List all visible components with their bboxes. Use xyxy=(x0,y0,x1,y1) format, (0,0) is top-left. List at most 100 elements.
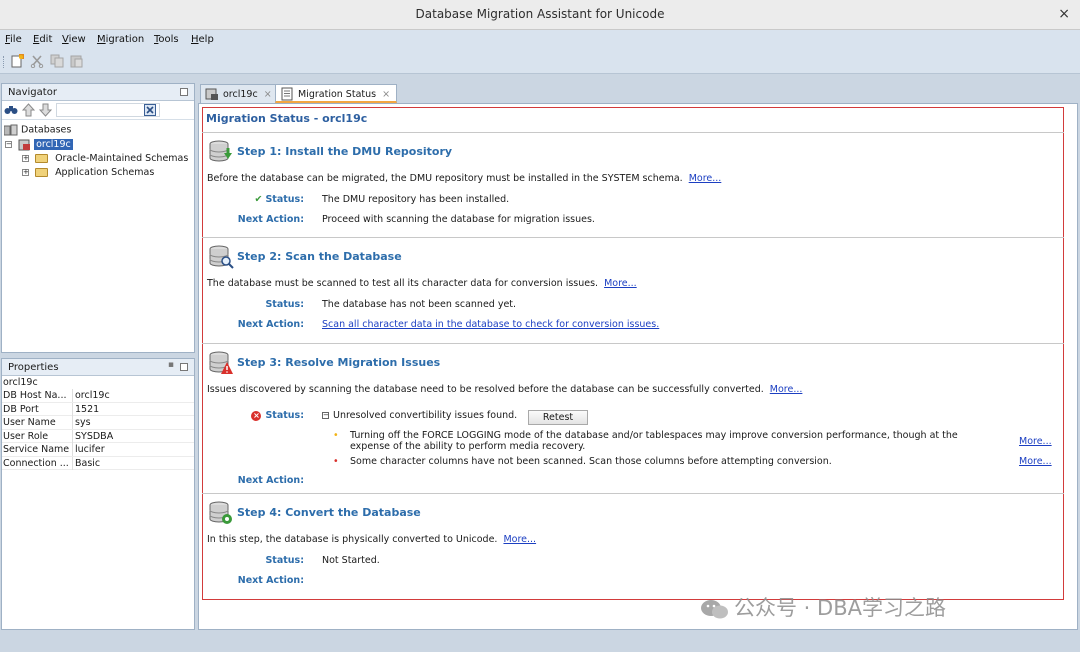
copy-icon[interactable] xyxy=(50,54,64,68)
tree-node-oracle-maintained-schemas[interactable]: + Oracle-Maintained Schemas xyxy=(22,153,188,164)
description-text: Issues discovered by scanning the databa… xyxy=(207,384,764,395)
databases-icon xyxy=(4,124,18,136)
navigator-toolbar xyxy=(2,101,194,120)
menu-edit[interactable]: Edit xyxy=(33,34,52,45)
property-value: sys xyxy=(75,417,91,428)
more-link[interactable]: More... xyxy=(604,278,637,289)
toolbar-grip xyxy=(3,56,6,68)
description-text: Before the database can be migrated, the… xyxy=(207,173,683,184)
property-key: Connection ... xyxy=(3,457,69,469)
database-install-icon xyxy=(209,140,232,162)
toolbar xyxy=(0,50,1080,74)
property-row[interactable]: DB Host Na... orcl19c xyxy=(2,389,194,403)
database-connection-icon xyxy=(205,88,218,100)
close-window-button[interactable]: × xyxy=(1058,6,1070,22)
retest-button[interactable]: Retest xyxy=(528,410,588,425)
cut-icon[interactable] xyxy=(30,54,44,68)
database-warning-icon xyxy=(209,351,233,374)
menu-tools[interactable]: Tools xyxy=(154,34,179,45)
property-value: Basic xyxy=(75,457,101,469)
more-link[interactable]: More... xyxy=(689,173,722,184)
properties-panel: Properties ▪ orcl19c DB Host Na... orcl19… xyxy=(1,358,195,630)
editor-tabstrip: orcl19c × Migration Status × xyxy=(198,83,1080,177)
more-link[interactable]: More... xyxy=(503,534,536,545)
property-row[interactable]: User Role SYSDBA xyxy=(2,429,194,443)
status-label: Status: xyxy=(265,555,304,566)
arrow-up-icon[interactable] xyxy=(22,103,35,117)
issue-item: • Turning off the FORCE LOGGING mode of … xyxy=(333,430,1052,454)
status-bar xyxy=(0,632,1080,652)
status-label: ✔ Status: xyxy=(202,194,304,205)
tree-expander[interactable]: + xyxy=(22,155,29,162)
minimize-panel-button[interactable] xyxy=(180,363,188,371)
property-value: orcl19c xyxy=(75,390,110,401)
tree-expander[interactable]: + xyxy=(22,169,29,176)
arrow-down-icon[interactable] xyxy=(39,103,52,117)
step-install-repository: Step 1: Install the DMU Repository Befor… xyxy=(202,132,1064,238)
paste-icon[interactable] xyxy=(69,54,83,68)
status-label: Status: xyxy=(265,299,304,310)
property-row[interactable]: Connection ... Basic xyxy=(2,456,194,470)
wechat-icon xyxy=(701,600,728,619)
database-connection-icon xyxy=(18,139,31,151)
property-row[interactable]: DB Port 1521 xyxy=(2,402,194,416)
navigator-title: Navigator xyxy=(8,87,57,98)
tab-label: orcl19c xyxy=(223,89,258,100)
status-value: The DMU repository has been installed. xyxy=(322,194,510,205)
step-title: Step 4: Convert the Database xyxy=(237,506,421,519)
menu-help[interactable]: Help xyxy=(191,34,214,45)
clear-filter-icon[interactable] xyxy=(144,104,156,116)
property-row[interactable]: Service Name lucifer xyxy=(2,443,194,457)
migration-status-view: Migration Status - orcl19c Step 1: Insta… xyxy=(198,103,1078,630)
database-scan-icon xyxy=(209,245,234,269)
status-value: Unresolved convertibility issues found. xyxy=(333,410,518,421)
more-link[interactable]: More... xyxy=(770,384,803,395)
minimize-panel-button[interactable] xyxy=(180,88,188,96)
tab-orcl19c[interactable]: orcl19c × xyxy=(200,84,279,103)
status-value: The database has not been scanned yet. xyxy=(322,299,517,310)
tree-label-databases: Databases xyxy=(21,124,72,136)
status-label-text: Status: xyxy=(265,410,304,421)
tab-migration-status[interactable]: Migration Status × xyxy=(275,84,398,103)
step-title: Step 1: Install the DMU Repository xyxy=(237,145,453,158)
status-value: Not Started. xyxy=(322,555,380,566)
window-titlebar: Database Migration Assistant for Unicode… xyxy=(0,0,1080,30)
new-connection-icon[interactable] xyxy=(10,54,24,68)
menu-view[interactable]: View xyxy=(62,34,86,45)
tree-label-oracle-maintained-schemas: Oracle-Maintained Schemas xyxy=(55,153,189,164)
properties-header: Properties ▪ xyxy=(2,359,194,376)
property-value: 1521 xyxy=(75,403,100,415)
issue-more-link[interactable]: More... xyxy=(1019,456,1052,467)
panel-options-icon[interactable]: ▪ xyxy=(168,360,174,370)
error-icon: × xyxy=(251,410,262,421)
tree-expander[interactable]: − xyxy=(5,141,12,148)
property-key: DB Host Na... xyxy=(3,390,67,401)
check-icon: ✔ xyxy=(254,194,263,205)
property-key: User Role xyxy=(3,430,49,442)
watermark: 公众号 · DBA学习之路 xyxy=(700,592,946,622)
tab-label: Migration Status xyxy=(298,89,377,100)
watermark-text: 公众号 · DBA学习之路 xyxy=(734,596,946,620)
page-title: Migration Status - orcl19c xyxy=(206,112,368,125)
navigator-panel: Navigator Databases − orcl19c + Oracle-M… xyxy=(1,83,195,353)
step-description: Before the database can be migrated, the… xyxy=(207,173,721,184)
step-convert-database: Step 4: Convert the Database In this ste… xyxy=(202,493,1064,600)
document-icon xyxy=(281,87,293,101)
database-convert-icon xyxy=(209,501,232,524)
property-row[interactable]: User Name sys xyxy=(2,416,194,430)
tree-node-databases[interactable]: Databases xyxy=(4,124,71,136)
next-action-label: Next Action: xyxy=(237,475,304,486)
step-scan-database: Step 2: Scan the Database The database m… xyxy=(202,237,1064,343)
binoculars-icon[interactable] xyxy=(4,104,18,116)
collapse-issues-icon[interactable]: − xyxy=(322,412,329,419)
scan-database-link[interactable]: Scan all character data in the database … xyxy=(322,319,659,330)
close-tab-icon[interactable]: × xyxy=(264,89,272,100)
property-key: User Name xyxy=(3,417,56,428)
next-action-label: Next Action: xyxy=(237,214,304,225)
menu-migration[interactable]: Migration xyxy=(97,34,144,45)
close-tab-icon[interactable]: × xyxy=(382,89,390,100)
tree-node-application-schemas[interactable]: + Application Schemas xyxy=(22,167,154,178)
tree-node-orcl19c[interactable]: − orcl19c xyxy=(5,138,73,151)
menu-file[interactable]: File xyxy=(5,34,22,45)
issue-more-link[interactable]: More... xyxy=(1019,436,1052,447)
